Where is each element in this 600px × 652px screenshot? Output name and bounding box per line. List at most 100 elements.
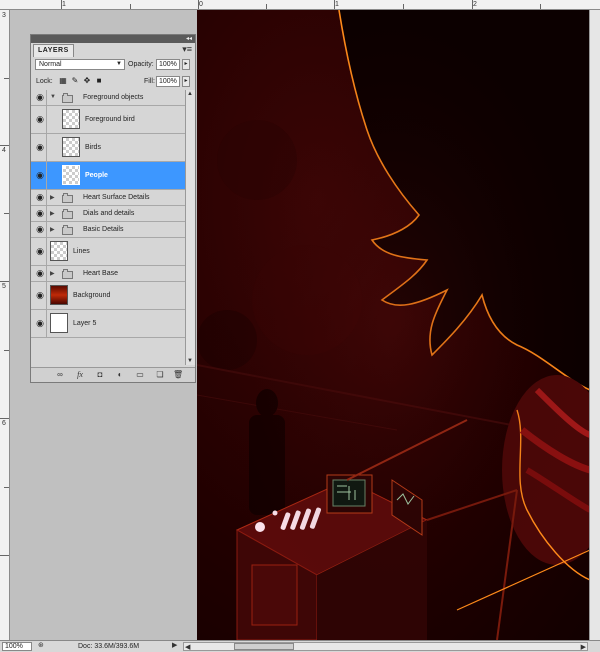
layer-row[interactable]: ◉ ▶ Basic Details bbox=[31, 222, 185, 238]
status-bar: 100% ⊛ Doc: 33.6M/393.6M ▶ ◀ ▶ bbox=[0, 640, 600, 652]
folder-icon bbox=[62, 209, 73, 219]
eye-icon[interactable]: ◉ bbox=[34, 134, 47, 161]
opacity-field[interactable]: 100% bbox=[156, 59, 180, 70]
folder-icon bbox=[62, 193, 73, 203]
folder-icon bbox=[62, 225, 73, 235]
layer-name: Foreground bird bbox=[85, 116, 135, 123]
lock-all-icon[interactable]: ■ bbox=[95, 77, 103, 85]
scroll-up-icon[interactable]: ▲ bbox=[187, 91, 193, 97]
eye-icon[interactable]: ◉ bbox=[34, 222, 47, 237]
layers-list: ◉ ▼ Foreground objects ◉ Foreground bird… bbox=[31, 90, 195, 338]
layers-panel: ◂◂ LAYERS ▾≡ Normal ▼ Opacity: 100% ▸ Lo… bbox=[30, 34, 196, 383]
lock-position-icon[interactable]: ✥ bbox=[83, 77, 91, 85]
layer-name: Background bbox=[73, 292, 111, 299]
layer-name: Birds bbox=[85, 144, 101, 151]
layer-row[interactable]: ◉ ▼ Foreground objects bbox=[31, 90, 185, 106]
eye-icon[interactable]: ◉ bbox=[34, 310, 47, 337]
layer-name: Basic Details bbox=[83, 226, 124, 233]
layer-row[interactable]: ◉ Lines bbox=[31, 238, 185, 266]
lock-transparency-icon[interactable]: ▦ bbox=[59, 77, 67, 85]
collapsed-triangle-icon[interactable]: ▶ bbox=[50, 226, 55, 233]
layer-row[interactable]: ◉ ▶ Heart Surface Details bbox=[31, 190, 185, 206]
expanded-triangle-icon[interactable]: ▼ bbox=[50, 94, 56, 100]
new-group-icon[interactable]: ▭ bbox=[135, 370, 145, 380]
fill-field[interactable]: 100% bbox=[156, 76, 180, 87]
opacity-label: Opacity: bbox=[128, 61, 154, 68]
ruler-label: 1 bbox=[335, 1, 339, 8]
scroll-down-icon[interactable]: ▼ bbox=[187, 358, 193, 364]
eye-icon[interactable]: ◉ bbox=[34, 206, 47, 221]
layer-row[interactable]: ◉ Birds bbox=[31, 134, 185, 162]
trash-icon[interactable]: 🗑 bbox=[173, 370, 183, 380]
document-canvas[interactable] bbox=[197, 10, 590, 640]
layer-thumbnail bbox=[50, 285, 68, 305]
blend-mode-select[interactable]: Normal ▼ bbox=[35, 59, 125, 70]
opacity-slider-button[interactable]: ▸ bbox=[182, 59, 190, 70]
canvas-horizontal-scrollbar[interactable]: ◀ ▶ bbox=[183, 642, 588, 651]
collapsed-triangle-icon[interactable]: ▶ bbox=[50, 270, 55, 277]
layer-thumbnail bbox=[50, 313, 68, 333]
chevron-down-icon: ▼ bbox=[116, 61, 122, 67]
lock-fill-row: Lock: ▦ ✎ ✥ ■ Fill: 100% ▸ bbox=[31, 74, 195, 91]
ruler-label: 5 bbox=[2, 283, 6, 290]
fx-icon[interactable]: fx bbox=[75, 370, 85, 380]
collapsed-triangle-icon[interactable]: ▶ bbox=[50, 194, 55, 201]
layer-name: Heart Surface Details bbox=[83, 194, 150, 201]
eye-icon[interactable]: ◉ bbox=[34, 162, 47, 189]
scroll-left-icon[interactable]: ◀ bbox=[185, 643, 190, 652]
eye-icon[interactable]: ◉ bbox=[34, 90, 47, 105]
document-info: Doc: 33.6M/393.6M bbox=[78, 643, 140, 650]
layer-thumbnail bbox=[62, 109, 80, 129]
folder-icon bbox=[62, 93, 73, 103]
horizontal-ruler[interactable]: 1 0 1 2 bbox=[0, 0, 600, 10]
eye-icon[interactable]: ◉ bbox=[34, 238, 47, 265]
ruler-label: 4 bbox=[2, 147, 6, 154]
eye-icon[interactable]: ◉ bbox=[34, 106, 47, 133]
layers-scrollbar[interactable]: ▲ ▼ bbox=[185, 90, 195, 365]
ruler-label: 1 bbox=[62, 1, 66, 8]
status-info-icon[interactable]: ⊛ bbox=[38, 641, 44, 650]
add-mask-icon[interactable]: ◘ bbox=[95, 370, 105, 380]
eye-icon[interactable]: ◉ bbox=[34, 282, 47, 309]
layer-row[interactable]: ◉ ▶ Dials and details bbox=[31, 206, 185, 222]
panel-menu-icon[interactable]: ▾≡ bbox=[182, 44, 192, 54]
lock-image-pixels-icon[interactable]: ✎ bbox=[71, 77, 79, 85]
adjustment-layer-icon[interactable]: ◐ bbox=[115, 370, 125, 380]
panel-titlebar[interactable]: ◂◂ bbox=[31, 35, 195, 43]
scroll-thumb[interactable] bbox=[234, 643, 294, 650]
layer-thumbnail bbox=[62, 137, 80, 157]
folder-icon bbox=[62, 269, 73, 279]
fill-slider-button[interactable]: ▸ bbox=[182, 76, 190, 87]
scroll-right-icon[interactable]: ▶ bbox=[581, 643, 586, 652]
layer-row-selected[interactable]: ◉ People bbox=[31, 162, 185, 190]
new-layer-icon[interactable]: ❏ bbox=[155, 370, 165, 380]
vertical-ruler[interactable]: 3 4 5 6 bbox=[0, 10, 10, 640]
layer-name: Layer 5 bbox=[73, 320, 97, 327]
ruler-label: 2 bbox=[473, 1, 477, 8]
fill-label: Fill: bbox=[144, 78, 155, 85]
blend-opacity-row: Normal ▼ Opacity: 100% ▸ bbox=[31, 57, 195, 73]
layer-name: Lines bbox=[73, 248, 90, 255]
eye-icon[interactable]: ◉ bbox=[34, 190, 47, 205]
tab-layers[interactable]: LAYERS bbox=[33, 44, 74, 57]
layer-thumbnail bbox=[62, 165, 80, 185]
status-menu-arrow-icon[interactable]: ▶ bbox=[172, 641, 177, 650]
lock-label: Lock: bbox=[36, 78, 53, 85]
blend-mode-value: Normal bbox=[39, 61, 62, 68]
zoom-field[interactable]: 100% bbox=[2, 642, 32, 651]
layer-name: Dials and details bbox=[83, 210, 135, 217]
layer-row[interactable]: ◉ Background bbox=[31, 282, 185, 310]
layer-name: Heart Base bbox=[83, 270, 119, 277]
eye-icon[interactable]: ◉ bbox=[34, 266, 47, 281]
artwork bbox=[197, 10, 590, 640]
layer-row[interactable]: ◉ ▶ Heart Base bbox=[31, 266, 185, 282]
collapsed-triangle-icon[interactable]: ▶ bbox=[50, 210, 55, 217]
layer-row[interactable]: ◉ Layer 5 bbox=[31, 310, 185, 338]
link-layers-icon[interactable]: ∞ bbox=[55, 370, 65, 380]
layer-row[interactable]: ◉ Foreground bird bbox=[31, 106, 185, 134]
layer-name: Foreground objects bbox=[83, 94, 144, 101]
collapse-panel-icon[interactable]: ◂◂ bbox=[186, 35, 192, 43]
canvas-vertical-scrollbar[interactable] bbox=[589, 10, 600, 640]
ruler-label: 3 bbox=[2, 12, 6, 19]
ruler-label: 6 bbox=[2, 420, 6, 427]
